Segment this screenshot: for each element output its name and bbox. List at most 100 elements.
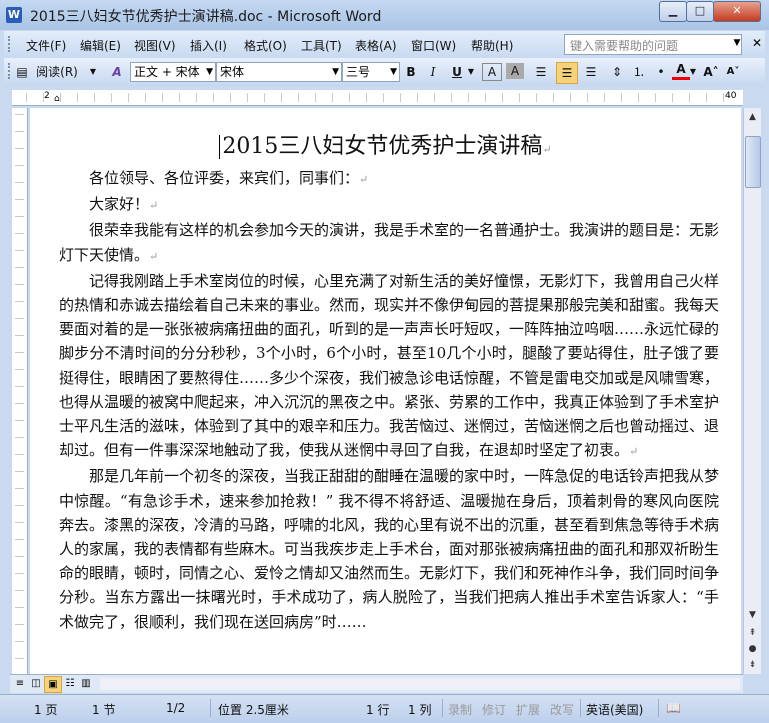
help-search-input[interactable]: 键入需要帮助的问题	[564, 34, 742, 55]
status-track-changes[interactable]: 修订	[482, 701, 506, 718]
menu-insert[interactable]: 插入(I)	[190, 37, 227, 54]
vertical-scrollbar[interactable]: ▲ ▼ ⇞ ● ⇟	[743, 108, 761, 674]
reading-view-icon[interactable]: ▥	[78, 676, 94, 691]
scroll-up-icon[interactable]: ▲	[745, 110, 760, 124]
style-select[interactable]: 正文 + 宋体 ▼	[130, 62, 216, 82]
formatting-toolbar: ▤ 阅读(R) ▼ A 正文 + 宋体 ▼ 宋体 ▼ 三号 ▼ B I U ▼ …	[4, 58, 765, 86]
paragraph-text: 记得我刚踏上手术室岗位的时候，心里充满了对新生活的美好憧憬，无影灯下，我曾用自己…	[59, 271, 720, 460]
line-spacing-icon[interactable]: ⇕	[608, 62, 626, 82]
chevron-down-icon[interactable]: ▼	[466, 62, 476, 82]
status-page: 1 页	[34, 703, 58, 717]
toolbar-grip[interactable]	[8, 63, 13, 79]
status-position: 位置 2.5厘米	[218, 703, 289, 717]
scroll-thumb[interactable]	[745, 136, 761, 188]
menu-bar: 文件(F) 编辑(E) 视图(V) 插入(I) 格式(O) 工具(T) 表格(A…	[4, 31, 765, 57]
toolbar-grip[interactable]	[8, 36, 13, 52]
reading-layout-icon: ▤	[16, 65, 28, 79]
menu-help[interactable]: 帮助(H)	[471, 37, 513, 54]
status-page-of: 1/2	[166, 701, 186, 715]
paragraph-text: 那是几年前一个初冬的深夜，当我正甜甜的酣睡在温暖的家中时，一阵急促的电话铃声把我…	[59, 467, 720, 631]
outline-view-icon[interactable]: ☷	[62, 676, 78, 691]
horizontal-scrollbar[interactable]	[100, 678, 740, 690]
horizontal-ruler[interactable]: 2 40 ⌂	[12, 90, 743, 106]
menu-view[interactable]: 视图(V)	[134, 37, 176, 54]
shrink-font-icon[interactable]: A˅	[724, 62, 742, 82]
document-body[interactable]: 各位领导、各位评委，来宾们，同事们：↵ 大家好！↵ 很荣幸我能有这样的机会参加今…	[59, 166, 719, 634]
status-section: 1 节	[92, 703, 116, 717]
paragraph-text: 各位领导、各位评委，来宾们，同事们：	[89, 169, 360, 187]
scroll-down-icon[interactable]: ▼	[745, 608, 760, 622]
status-overtype[interactable]: 改写	[550, 701, 574, 718]
close-document-button[interactable]: ✕	[752, 36, 762, 50]
chevron-down-icon[interactable]: ▼	[88, 62, 98, 82]
chevron-down-icon: ▼	[332, 67, 339, 77]
font-size-value: 三号	[346, 65, 371, 79]
vertical-ruler[interactable]	[12, 108, 28, 674]
select-browse-object-icon[interactable]: ●	[745, 642, 760, 656]
chevron-down-icon: ▼	[206, 67, 213, 77]
paragraph[interactable]: 记得我刚踏上手术室岗位的时候，心里充满了对新生活的美好憧憬，无影灯下，我曾用自己…	[59, 269, 719, 465]
divider	[658, 699, 659, 717]
status-bar: 1 页 1 节 1/2 位置 2.5厘米 1 行 1 列 录制 修订 扩展 改写…	[0, 694, 769, 723]
ruler-left-number: 2	[44, 91, 50, 101]
menu-table[interactable]: 表格(A)	[355, 37, 397, 54]
next-page-icon[interactable]: ⇟	[745, 658, 760, 672]
text-cursor	[219, 135, 221, 159]
styles-pane-icon[interactable]: A	[108, 62, 126, 82]
char-border-icon[interactable]: A	[482, 63, 502, 81]
chevron-down-icon[interactable]: ▼	[730, 34, 744, 53]
maximize-button[interactable]: □	[686, 1, 714, 22]
paragraph-mark-icon: ↵	[542, 143, 552, 156]
ruler-ticks	[15, 114, 24, 670]
underline-button[interactable]: U	[448, 62, 466, 82]
status-column: 1 列	[408, 703, 432, 717]
font-select[interactable]: 宋体 ▼	[216, 62, 342, 82]
grow-font-icon[interactable]: A˄	[702, 62, 720, 82]
word-window: W 2015三八妇女节优秀护士演讲稿.doc - Microsoft Word …	[0, 0, 769, 723]
status-language[interactable]: 英语(美国)	[586, 701, 643, 718]
document-title-line[interactable]: 2015三八妇女节优秀护士演讲稿↵	[30, 128, 741, 160]
paragraph[interactable]: 很荣幸我能有这样的机会参加今天的演讲，我是手术室的一名普通护士。我演讲的题目是：…	[59, 218, 719, 268]
bold-button[interactable]: B	[402, 62, 420, 82]
menu-tools[interactable]: 工具(T)	[301, 37, 342, 54]
menu-format[interactable]: 格式(O)	[244, 37, 287, 54]
menu-edit[interactable]: 编辑(E)	[80, 37, 121, 54]
ruler-right-number: 40	[725, 91, 737, 101]
document-title: 2015三八妇女节优秀护士演讲稿	[222, 134, 543, 159]
char-shading-icon[interactable]: A	[506, 63, 524, 79]
font-value: 宋体	[220, 65, 245, 79]
web-view-icon[interactable]: ◫	[28, 676, 44, 691]
read-button[interactable]: 阅读(R)	[30, 62, 84, 82]
spelling-status-icon[interactable]: 📖	[666, 701, 681, 715]
paragraph[interactable]: 那是几年前一个初冬的深夜，当我正甜甜的酣睡在温暖的家中时，一阵急促的电话铃声把我…	[59, 464, 719, 633]
paragraph-text: 大家好！	[89, 195, 150, 214]
normal-view-icon[interactable]: ≡	[12, 676, 28, 691]
align-right-icon[interactable]: ☰	[582, 62, 600, 82]
divider	[442, 699, 443, 717]
menu-file[interactable]: 文件(F)	[26, 37, 66, 54]
print-view-icon[interactable]: ▣	[44, 676, 62, 693]
divider	[580, 699, 581, 717]
align-center-icon[interactable]: ☰	[556, 62, 578, 84]
indent-marker-icon[interactable]: ⌂	[54, 94, 60, 104]
chevron-down-icon[interactable]: ▼	[688, 62, 698, 82]
minimize-button[interactable]: ▁	[659, 1, 687, 22]
divider	[210, 699, 211, 717]
paragraph-mark-icon: ↵	[629, 445, 639, 459]
status-record[interactable]: 录制	[448, 701, 472, 718]
bullets-icon[interactable]: •	[652, 62, 670, 82]
document-page[interactable]: 2015三八妇女节优秀护士演讲稿↵ 各位领导、各位评委，来宾们，同事们：↵ 大家…	[30, 108, 741, 674]
numbering-icon[interactable]: ⒈	[630, 62, 648, 82]
close-button[interactable]: ✕	[713, 1, 761, 22]
menu-window[interactable]: 窗口(W)	[411, 37, 456, 54]
word-app-icon[interactable]: W	[6, 7, 22, 23]
align-justify-icon[interactable]: ☰	[532, 62, 550, 82]
style-value: 正文 + 宋体	[134, 65, 200, 79]
paragraph[interactable]: 大家好！↵	[59, 192, 719, 218]
font-size-select[interactable]: 三号 ▼	[342, 62, 400, 82]
status-extend[interactable]: 扩展	[516, 701, 540, 718]
italic-button[interactable]: I	[424, 62, 442, 82]
previous-page-icon[interactable]: ⇞	[745, 626, 760, 640]
title-bar: W 2015三八妇女节优秀护士演讲稿.doc - Microsoft Word …	[0, 0, 769, 30]
paragraph[interactable]: 各位领导、各位评委，来宾们，同事们：↵	[59, 166, 719, 192]
